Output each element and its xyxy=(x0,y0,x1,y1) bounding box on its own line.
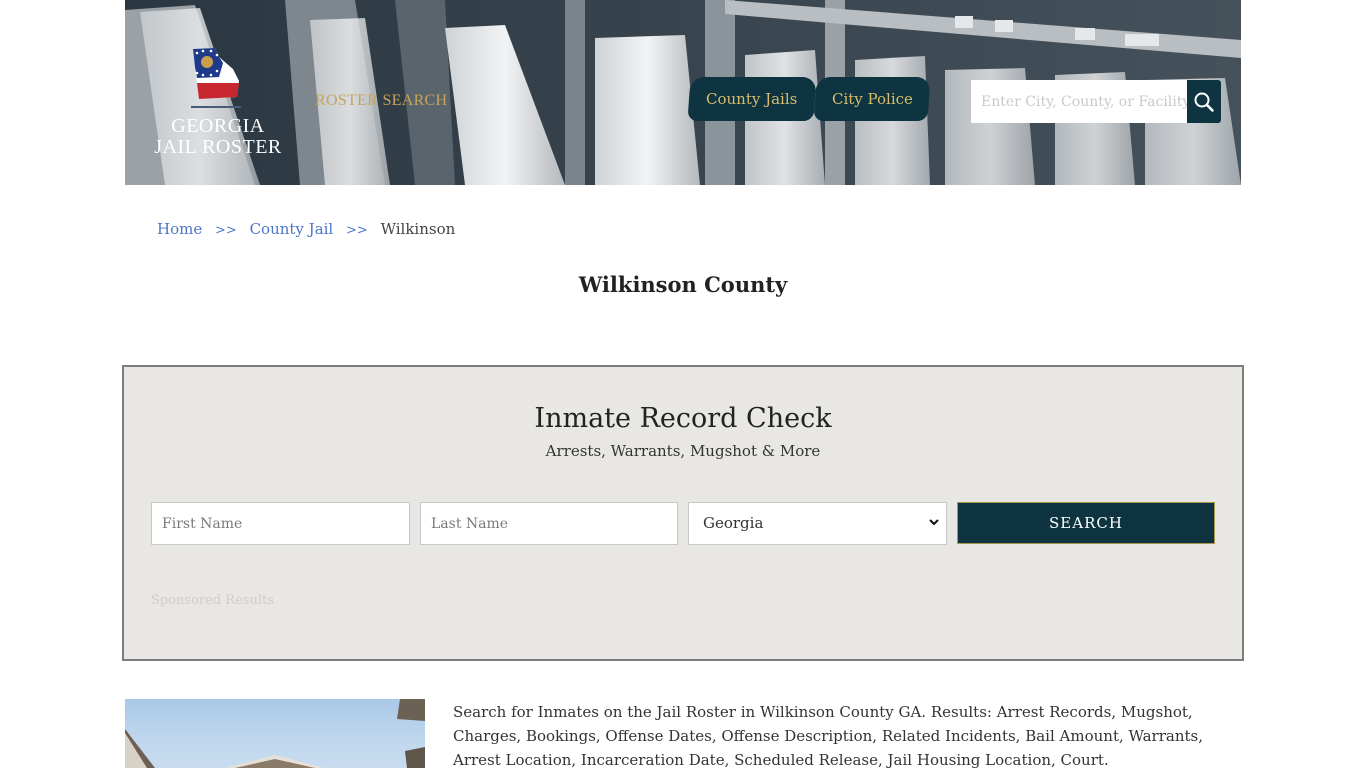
state-select-value: Georgia xyxy=(703,514,764,532)
roster-search-link[interactable]: ROSTER SEARCH xyxy=(315,92,447,110)
sponsored-results-label: Sponsored Results xyxy=(151,593,274,608)
page-title: Wilkinson County xyxy=(578,272,788,297)
intro-paragraph: Search for Inmates on the Jail Roster in… xyxy=(453,703,1203,768)
logo-text: GEORGIA JAIL ROSTER xyxy=(153,116,283,158)
site-logo[interactable]: GEORGIA JAIL ROSTER xyxy=(153,44,283,164)
nav-tab-county-jails[interactable]: County Jails xyxy=(687,77,817,121)
last-name-input[interactable] xyxy=(420,502,678,545)
first-name-input[interactable] xyxy=(151,502,410,545)
facility-search-input[interactable] xyxy=(971,80,1187,123)
logo-line-2: JAIL ROSTER xyxy=(154,136,282,158)
logo-line-1: GEORGIA xyxy=(171,115,265,137)
site-header: GEORGIA JAIL ROSTER ROSTER SEARCH County… xyxy=(125,0,1241,185)
record-check-title: Inmate Record Check xyxy=(534,403,832,434)
state-select[interactable]: Georgia xyxy=(688,502,947,545)
nav-tab-label: City Police xyxy=(831,90,913,108)
record-check-subtitle: Arrests, Warrants, Mugshot & More xyxy=(545,442,821,460)
breadcrumb: Home >> County Jail >> Wilkinson xyxy=(157,220,455,238)
logo-divider xyxy=(191,106,241,108)
breadcrumb-separator: >> xyxy=(346,223,368,238)
breadcrumb-county-jail[interactable]: County Jail xyxy=(250,220,334,238)
chevron-down-icon xyxy=(929,519,939,526)
search-button[interactable]: SEARCH xyxy=(957,502,1215,544)
breadcrumb-separator: >> xyxy=(215,223,237,238)
breadcrumb-current: Wilkinson xyxy=(380,220,456,238)
nav-tab-city-police[interactable]: City Police xyxy=(813,77,931,121)
inmate-record-check-panel: Inmate Record Check Arrests, Warrants, M… xyxy=(122,365,1244,661)
jail-building-photo xyxy=(125,699,425,768)
search-icon xyxy=(1194,92,1214,112)
facility-search-button[interactable] xyxy=(1187,80,1221,123)
georgia-flag-map-icon xyxy=(193,48,239,99)
breadcrumb-home[interactable]: Home xyxy=(157,220,202,238)
nav-tab-label: County Jails xyxy=(706,90,798,108)
